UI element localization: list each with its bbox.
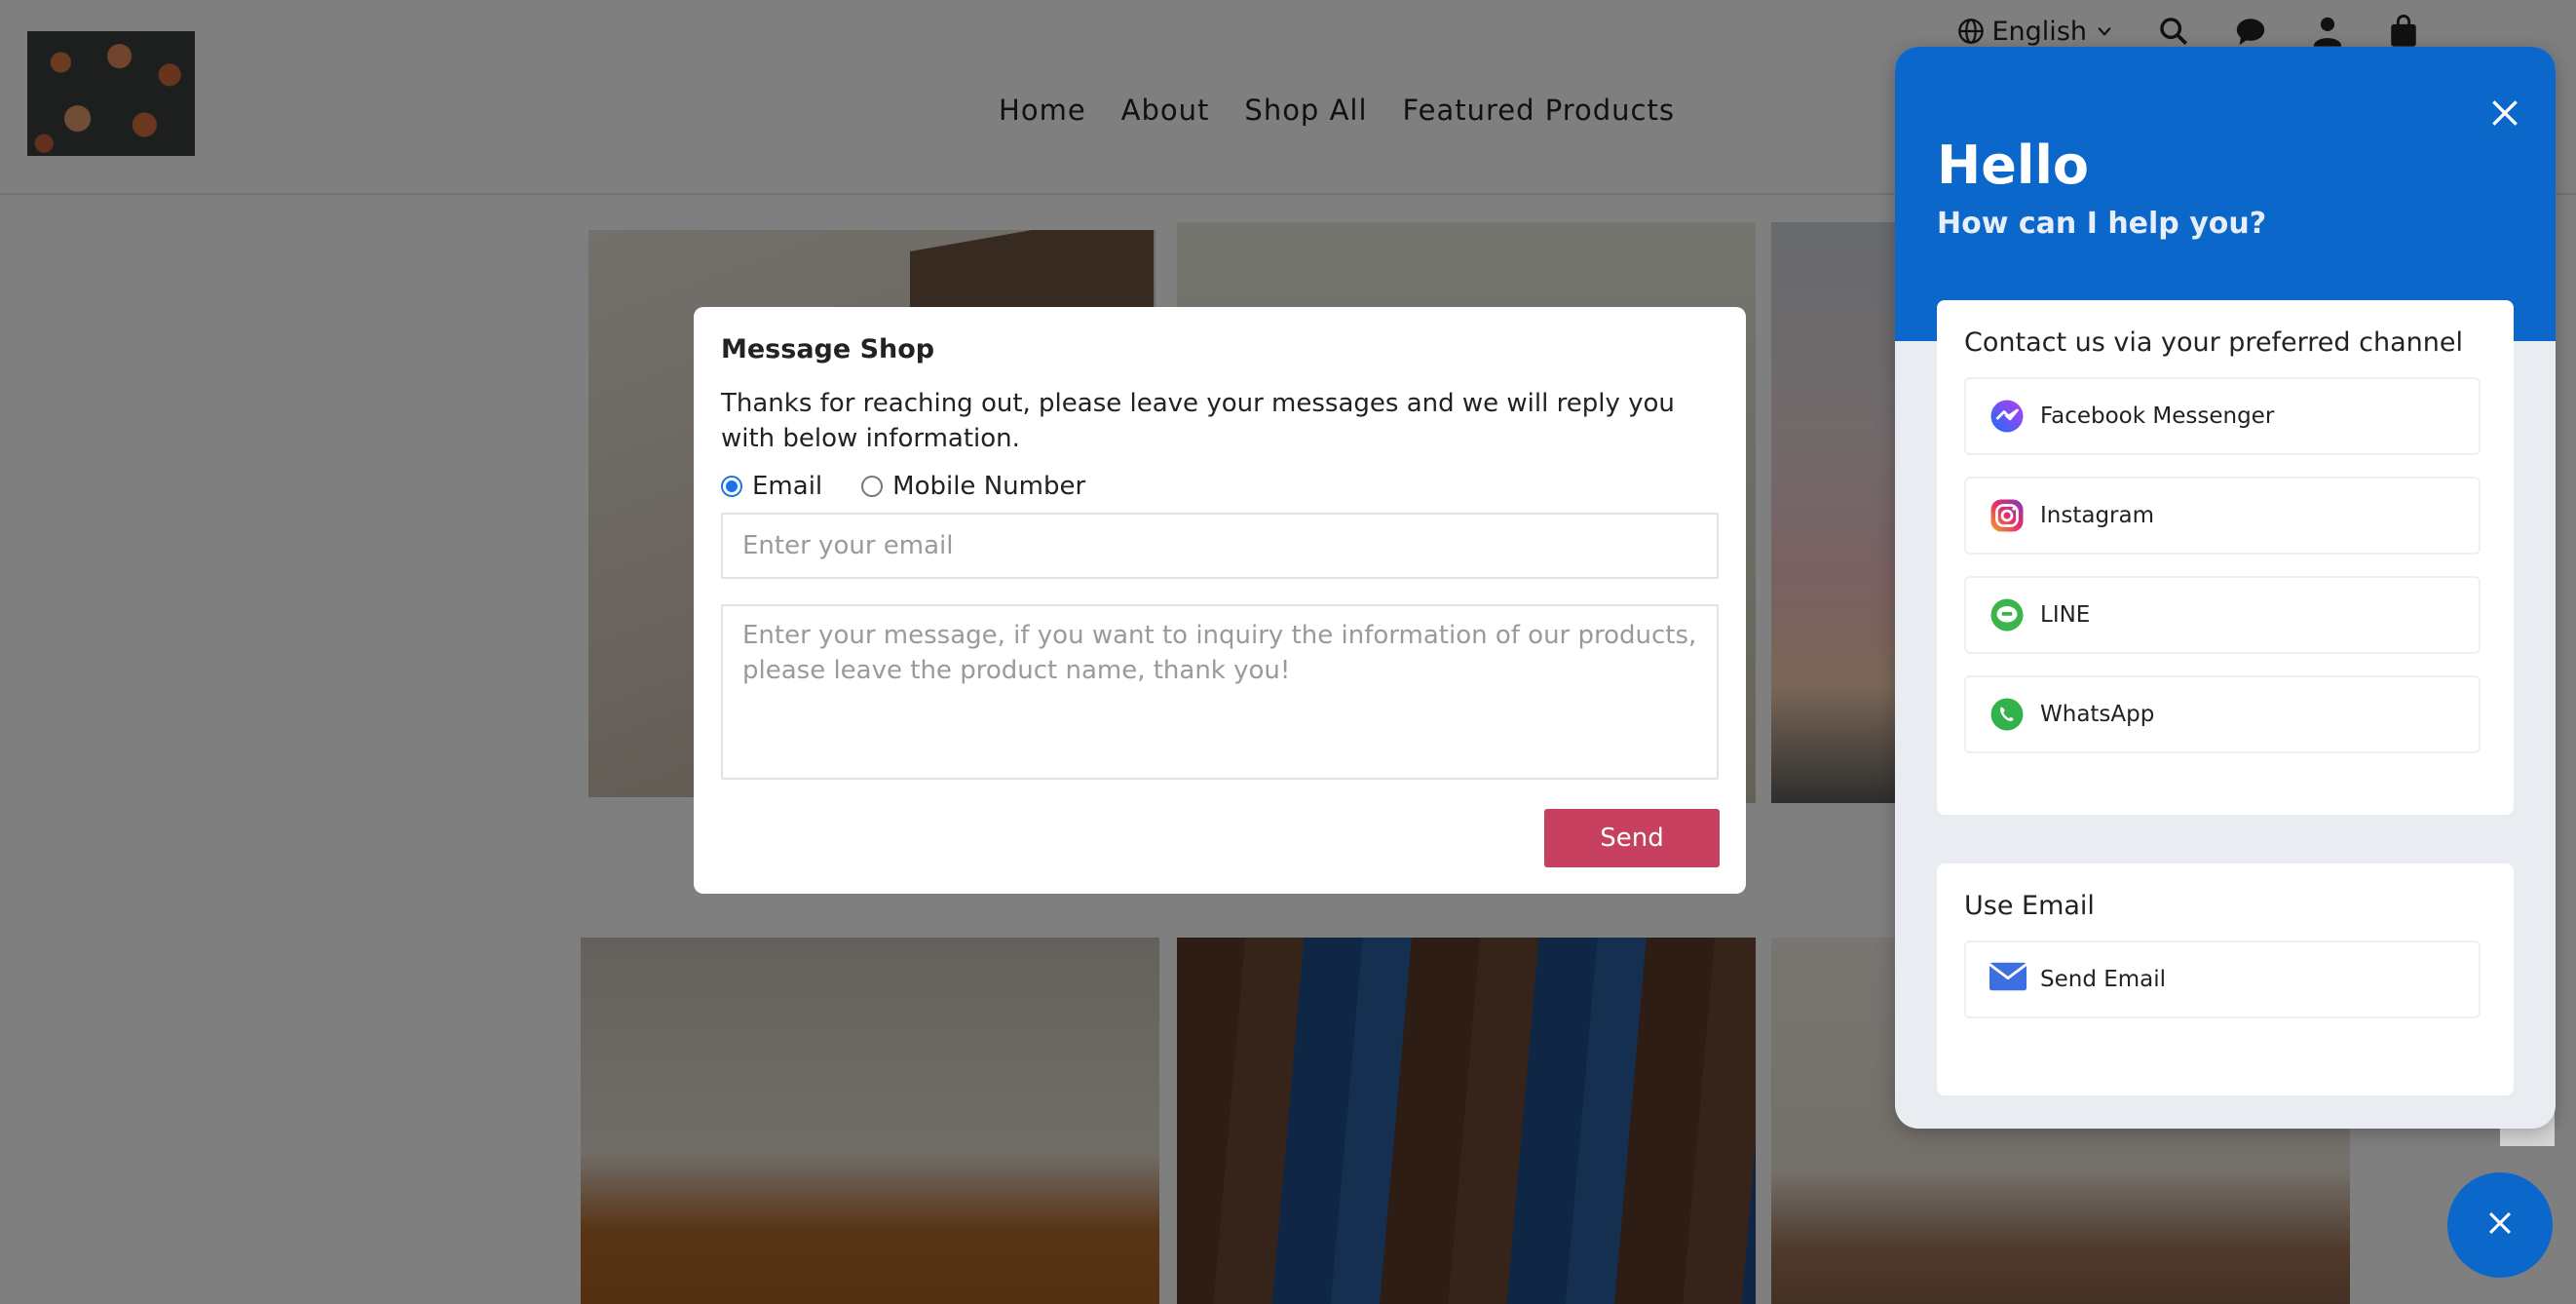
radio-email-control[interactable] [721, 476, 742, 497]
instagram-icon [1989, 498, 2025, 533]
channel-instagram[interactable]: Instagram [1964, 477, 2481, 555]
channel-label: LINE [2040, 602, 2091, 628]
message-shop-dialog: Message Shop Thanks for reaching out, pl… [694, 307, 1746, 894]
email-input[interactable] [721, 513, 1719, 579]
send-email-label: Send Email [2040, 967, 2167, 992]
channel-facebook-messenger[interactable]: Facebook Messenger [1964, 377, 2481, 455]
radio-mobile-number[interactable]: Mobile Number [861, 472, 1085, 501]
channel-line[interactable]: LINE [1964, 576, 2481, 654]
chat-toggle-button[interactable] [2447, 1172, 2553, 1278]
messenger-icon [1989, 399, 2025, 434]
close-icon[interactable] [2485, 94, 2524, 133]
channel-label: Facebook Messenger [2040, 403, 2275, 429]
dialog-description: Thanks for reaching out, please leave yo… [721, 389, 1675, 453]
channels-title: Contact us via your preferred channel [1964, 327, 2463, 358]
close-icon [2483, 1207, 2517, 1244]
channels-card: Contact us via your preferred channel Fa… [1937, 300, 2514, 815]
radio-mobile-label: Mobile Number [892, 472, 1086, 501]
contact-method-group: Email Mobile Number [721, 472, 1719, 501]
message-textarea[interactable] [721, 604, 1719, 780]
send-button[interactable]: Send [1544, 809, 1720, 867]
chat-widget-panel: Hello How can I help you? Contact us via… [1895, 47, 2556, 1129]
email-card: Use Email Send Email [1937, 863, 2514, 1095]
dialog-title: Message Shop [721, 334, 935, 364]
radio-mobile-control[interactable] [861, 476, 884, 497]
channel-label: WhatsApp [2040, 702, 2155, 727]
channel-whatsapp[interactable]: WhatsApp [1964, 675, 2481, 753]
line-icon [1989, 597, 2025, 633]
channel-label: Instagram [2040, 503, 2155, 528]
email-card-title: Use Email [1964, 891, 2095, 921]
send-email-button[interactable]: Send Email [1964, 940, 2481, 1018]
chat-subtitle: How can I help you? [1937, 207, 2267, 241]
chat-greeting: Hello [1937, 134, 2089, 196]
radio-email-label: Email [752, 472, 823, 501]
radio-email[interactable]: Email [721, 472, 822, 501]
whatsapp-icon [1989, 697, 2025, 732]
mail-icon [1989, 962, 2027, 997]
